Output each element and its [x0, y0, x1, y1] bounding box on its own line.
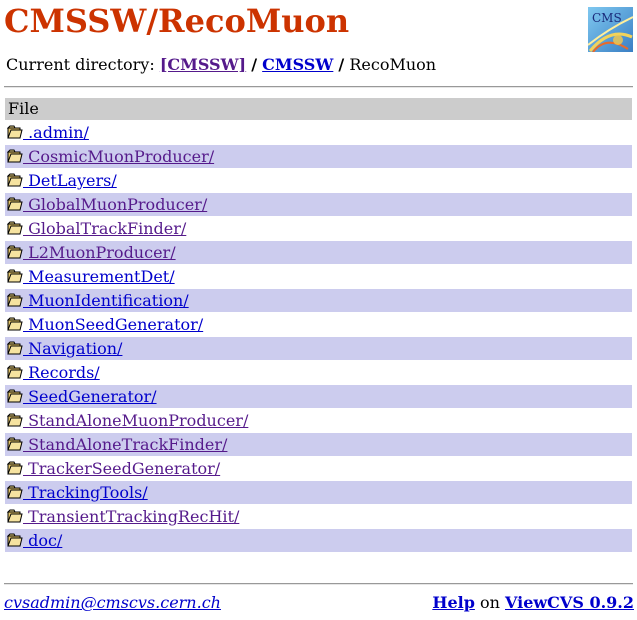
directory-link[interactable]: doc/	[23, 531, 62, 550]
folder-icon[interactable]	[6, 147, 23, 163]
file-cell: CosmicMuonProducer/	[5, 145, 632, 168]
folder-icon[interactable]	[6, 291, 23, 307]
directory-link[interactable]: TransientTrackingRecHit/	[23, 507, 239, 526]
table-row: DetLayers/	[5, 169, 632, 192]
footer-credits: Help on ViewCVS 0.9.2	[432, 592, 634, 614]
directory-link[interactable]: StandAloneTrackFinder/	[23, 435, 227, 454]
file-cell: SeedGenerator/	[5, 385, 632, 408]
folder-icon[interactable]	[6, 435, 23, 451]
table-row: GlobalTrackFinder/	[5, 217, 632, 240]
directory-link[interactable]: .admin/	[23, 123, 89, 142]
folder-icon[interactable]	[6, 411, 23, 427]
directory-link[interactable]: StandAloneMuonProducer/	[23, 411, 248, 430]
logo-label: CMS	[592, 11, 622, 25]
file-cell: DetLayers/	[5, 169, 632, 192]
folder-icon[interactable]	[6, 243, 23, 259]
file-cell: MeasurementDet/	[5, 265, 632, 288]
divider	[4, 583, 633, 585]
folder-icon[interactable]	[6, 507, 23, 523]
table-row: TrackingTools/	[5, 481, 632, 504]
table-row: SeedGenerator/	[5, 385, 632, 408]
breadcrumb-current: RecoMuon	[349, 55, 437, 74]
file-cell: GlobalTrackFinder/	[5, 217, 632, 240]
table-row: L2MuonProducer/	[5, 241, 632, 264]
folder-icon[interactable]	[6, 531, 23, 547]
page-title: CMSSW/RecoMuon	[4, 2, 350, 40]
file-cell: .admin/	[5, 121, 632, 144]
file-cell: MuonSeedGenerator/	[5, 313, 632, 336]
footer-on-text: on	[479, 593, 500, 612]
folder-icon[interactable]	[6, 219, 23, 235]
file-cell: TrackingTools/	[5, 481, 632, 504]
directory-link[interactable]: MuonIdentification/	[23, 291, 189, 310]
divider	[4, 86, 633, 88]
folder-icon[interactable]	[6, 267, 23, 283]
table-row: GlobalMuonProducer/	[5, 193, 632, 216]
table-row: doc/	[5, 529, 632, 552]
folder-icon[interactable]	[6, 171, 23, 187]
table-row: StandAloneTrackFinder/	[5, 433, 632, 456]
directory-link[interactable]: Navigation/	[23, 339, 122, 358]
table-row: Records/	[5, 361, 632, 384]
column-header-file[interactable]: File	[5, 98, 632, 120]
directory-link[interactable]: CosmicMuonProducer/	[23, 147, 214, 166]
file-cell: StandAloneMuonProducer/	[5, 409, 632, 432]
folder-icon[interactable]	[6, 339, 23, 355]
table-row: MuonSeedGenerator/	[5, 313, 632, 336]
viewcvs-link[interactable]: ViewCVS 0.9.2	[505, 593, 634, 612]
table-row: TransientTrackingRecHit/	[5, 505, 632, 528]
breadcrumb-sep: /	[251, 55, 258, 74]
directory-link[interactable]: MeasurementDet/	[23, 267, 175, 286]
breadcrumb: Current directory: [CMSSW] / CMSSW / Rec…	[6, 54, 436, 76]
table-row: TrackerSeedGenerator/	[5, 457, 632, 480]
file-listing-table: File .admin/ CosmicMuonProducer/ DetLaye…	[4, 97, 633, 553]
folder-icon[interactable]	[6, 483, 23, 499]
footer-email: cvsadmin@cmscvs.cern.ch	[4, 592, 221, 614]
folder-icon[interactable]	[6, 363, 23, 379]
cms-logo-icon[interactable]: CMS	[587, 7, 634, 53]
file-cell: MuonIdentification/	[5, 289, 632, 312]
breadcrumb-prefix: Current directory:	[6, 55, 155, 74]
table-row: Navigation/	[5, 337, 632, 360]
file-cell: L2MuonProducer/	[5, 241, 632, 264]
folder-icon[interactable]	[6, 387, 23, 403]
directory-link[interactable]: TrackerSeedGenerator/	[23, 459, 220, 478]
table-row: MuonIdentification/	[5, 289, 632, 312]
file-cell: doc/	[5, 529, 632, 552]
directory-link[interactable]: L2MuonProducer/	[23, 243, 176, 262]
folder-icon[interactable]	[6, 195, 23, 211]
directory-link[interactable]: SeedGenerator/	[23, 387, 156, 406]
file-cell: TrackerSeedGenerator/	[5, 457, 632, 480]
file-cell: GlobalMuonProducer/	[5, 193, 632, 216]
breadcrumb-repo-link[interactable]: CMSSW	[262, 55, 333, 74]
directory-link[interactable]: GlobalMuonProducer/	[23, 195, 207, 214]
directory-link[interactable]: GlobalTrackFinder/	[23, 219, 186, 238]
folder-icon[interactable]	[6, 315, 23, 331]
table-row: .admin/	[5, 121, 632, 144]
directory-link[interactable]: DetLayers/	[23, 171, 117, 190]
table-row: CosmicMuonProducer/	[5, 145, 632, 168]
help-link[interactable]: Help	[432, 593, 475, 612]
folder-icon[interactable]	[6, 123, 23, 139]
directory-link[interactable]: Records/	[23, 363, 100, 382]
directory-link[interactable]: MuonSeedGenerator/	[23, 315, 203, 334]
table-row: MeasurementDet/	[5, 265, 632, 288]
file-cell: Records/	[5, 361, 632, 384]
directory-link[interactable]: TrackingTools/	[23, 483, 148, 502]
admin-email-link[interactable]: cvsadmin@cmscvs.cern.ch	[4, 593, 221, 612]
file-cell: TransientTrackingRecHit/	[5, 505, 632, 528]
table-row: StandAloneMuonProducer/	[5, 409, 632, 432]
file-cell: StandAloneTrackFinder/	[5, 433, 632, 456]
breadcrumb-sep: /	[338, 55, 345, 74]
file-cell: Navigation/	[5, 337, 632, 360]
folder-icon[interactable]	[6, 459, 23, 475]
breadcrumb-root-link[interactable]: [CMSSW]	[160, 55, 246, 74]
